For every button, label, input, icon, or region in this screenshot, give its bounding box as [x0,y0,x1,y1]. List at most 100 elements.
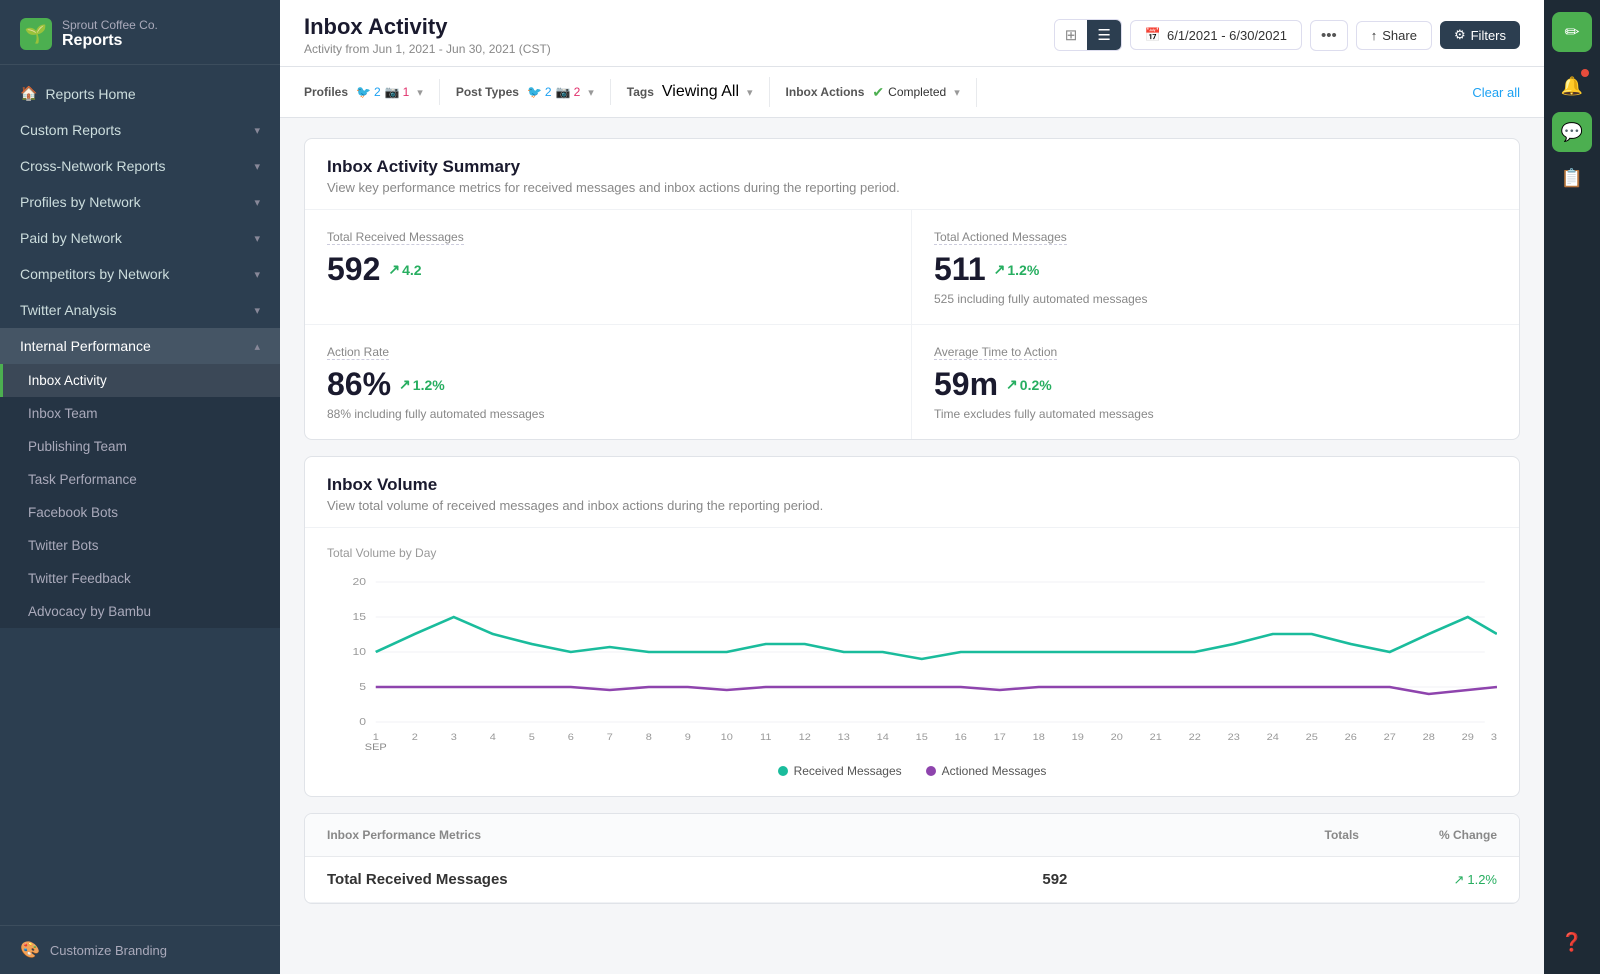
tasks-button[interactable]: 📋 [1552,158,1592,198]
sidebar: 🌱 Sprout Coffee Co. Reports 🏠 Reports Ho… [0,0,280,974]
sidebar-item-cross-network[interactable]: Cross-Network Reports ▾ [0,148,280,184]
compose-button[interactable]: ✏ [1552,12,1592,52]
content-area: Inbox Activity Summary View key performa… [280,118,1544,974]
summary-subtitle: View key performance metrics for receive… [327,180,1497,195]
metric-value-actioned: 511 ↗ 1.2% [934,251,1497,288]
sidebar-item-internal-performance[interactable]: Internal Performance ▴ [0,328,280,364]
date-range-button[interactable]: 📅 6/1/2021 - 6/30/2021 [1130,20,1302,50]
sidebar-item-profiles-by-network[interactable]: Profiles by Network ▾ [0,184,280,220]
chart-container: 20 15 10 5 0 1 SEP 2 3 4 [327,572,1497,752]
sidebar-item-facebook-bots[interactable]: Facebook Bots [0,496,280,529]
list-view-button[interactable]: ☰ [1087,20,1120,50]
svg-text:30: 30 [1491,733,1497,743]
metric-change-action-rate: ↗ 1.2% [399,376,445,393]
chevron-down-icon: ▾ [254,268,260,281]
inbox-actions-filter[interactable]: Inbox Actions ✔ Completed ▾ [786,78,977,107]
svg-text:1: 1 [373,733,380,743]
chevron-down-icon: ▾ [254,124,260,137]
legend-dot-actioned [926,766,936,776]
page-subtitle: Activity from Jun 1, 2021 - Jun 30, 2021… [304,42,551,66]
svg-text:19: 19 [1072,733,1085,743]
svg-text:26: 26 [1345,733,1358,743]
tags-filter[interactable]: Tags Viewing All ▾ [627,77,770,107]
profiles-filter[interactable]: Profiles 🐦 2 📷 1 ▾ [304,79,440,105]
sidebar-item-custom-reports[interactable]: Custom Reports ▾ [0,112,280,148]
svg-text:14: 14 [877,733,890,743]
share-button[interactable]: ↑ Share [1356,21,1432,50]
sidebar-item-competitors-by-network[interactable]: Competitors by Network ▾ [0,256,280,292]
grid-view-button[interactable]: ⊞ [1055,20,1088,50]
svg-text:6: 6 [568,733,575,743]
post-types-filter[interactable]: Post Types 🐦 2 📷 2 ▾ [456,79,611,105]
line-chart-svg: 20 15 10 5 0 1 SEP 2 3 4 [327,572,1497,752]
filter-icon: ⚙ [1454,27,1466,43]
filters-button[interactable]: ⚙ Filters [1440,21,1520,49]
sidebar-item-publishing-team[interactable]: Publishing Team [0,430,280,463]
svg-text:4: 4 [490,733,497,743]
messages-button[interactable]: 💬 [1552,112,1592,152]
notifications-button[interactable]: 🔔 [1552,66,1592,106]
svg-text:21: 21 [1150,733,1163,743]
volume-card-header: Inbox Volume View total volume of receiv… [305,457,1519,528]
post-types-filter-values: 🐦 2 📷 2 [527,85,580,99]
chevron-down-icon: ▾ [254,160,260,173]
share-icon: ↑ [1371,28,1378,43]
svg-text:11: 11 [760,733,772,743]
sidebar-item-twitter-analysis[interactable]: Twitter Analysis ▾ [0,292,280,328]
chart-label: Total Volume by Day [327,546,1497,560]
received-messages-line [376,617,1497,659]
svg-text:24: 24 [1267,733,1280,743]
brand-block: 🌱 Sprout Coffee Co. Reports [0,0,280,65]
twitter-badge: 🐦 2 [356,85,381,99]
metric-note-action-rate: 88% including fully automated messages [327,407,889,421]
svg-text:17: 17 [994,733,1007,743]
brand-icon: 🌱 [20,18,52,50]
svg-text:2: 2 [412,733,419,743]
top-header: Inbox Activity Activity from Jun 1, 2021… [280,0,1544,67]
post-instagram-badge: 📷 2 [556,85,581,99]
svg-text:10: 10 [352,647,366,658]
svg-text:15: 15 [352,612,366,623]
metric-change-actioned: ↗ 1.2% [994,261,1040,278]
sidebar-item-advocacy-by-bambu[interactable]: Advocacy by Bambu [0,595,280,628]
legend-received-messages: Received Messages [778,764,902,778]
view-toggle: ⊞ ☰ [1054,19,1122,51]
table-header-totals: Totals [1325,828,1359,842]
svg-text:27: 27 [1384,733,1397,743]
sidebar-item-reports-home[interactable]: 🏠 Reports Home [0,75,280,112]
clear-all-button[interactable]: Clear all [1472,85,1520,100]
metric-action-rate: Action Rate 86% ↗ 1.2% 88% including ful… [305,325,912,439]
table-header-metric: Inbox Performance Metrics [327,828,481,842]
sidebar-item-inbox-activity[interactable]: Inbox Activity [0,364,280,397]
sidebar-item-paid-by-network[interactable]: Paid by Network ▾ [0,220,280,256]
legend-dot-received [778,766,788,776]
summary-title: Inbox Activity Summary [327,157,1497,177]
post-twitter-badge: 🐦 2 [527,85,552,99]
svg-text:3: 3 [451,733,458,743]
volume-card: Inbox Volume View total volume of receiv… [304,456,1520,797]
metric-label-actioned: Total Actioned Messages [934,230,1067,245]
table-total-value: 592 [1042,871,1067,888]
table-header-change: % Change [1439,828,1497,842]
customize-branding-button[interactable]: 🎨 Customize Branding [0,925,280,974]
sub-nav-internal-performance: Inbox Activity Inbox Team Publishing Tea… [0,364,280,628]
svg-text:13: 13 [838,733,851,743]
instagram-badge: 📷 1 [385,85,410,99]
sidebar-item-task-performance[interactable]: Task Performance [0,463,280,496]
more-options-button[interactable]: ••• [1310,20,1348,51]
sidebar-nav: 🏠 Reports Home Custom Reports ▾ Cross-Ne… [0,65,280,925]
notification-badge [1581,69,1589,77]
metric-change-received: ↗ 4.2 [388,261,421,278]
sidebar-item-inbox-team[interactable]: Inbox Team [0,397,280,430]
svg-text:12: 12 [799,733,812,743]
sidebar-item-twitter-bots[interactable]: Twitter Bots [0,529,280,562]
metric-note-avg-time: Time excludes fully automated messages [934,407,1497,421]
page-title: Inbox Activity [304,14,551,40]
sidebar-item-twitter-feedback[interactable]: Twitter Feedback [0,562,280,595]
paint-icon: 🎨 [20,940,40,960]
metric-value-avg-time: 59m ↗ 0.2% [934,366,1497,403]
svg-text:29: 29 [1462,733,1475,743]
help-button[interactable]: ❓ [1552,922,1592,962]
chevron-down-icon: ▾ [254,196,260,209]
table-change-value: ↗ 1.2% [1262,872,1497,888]
